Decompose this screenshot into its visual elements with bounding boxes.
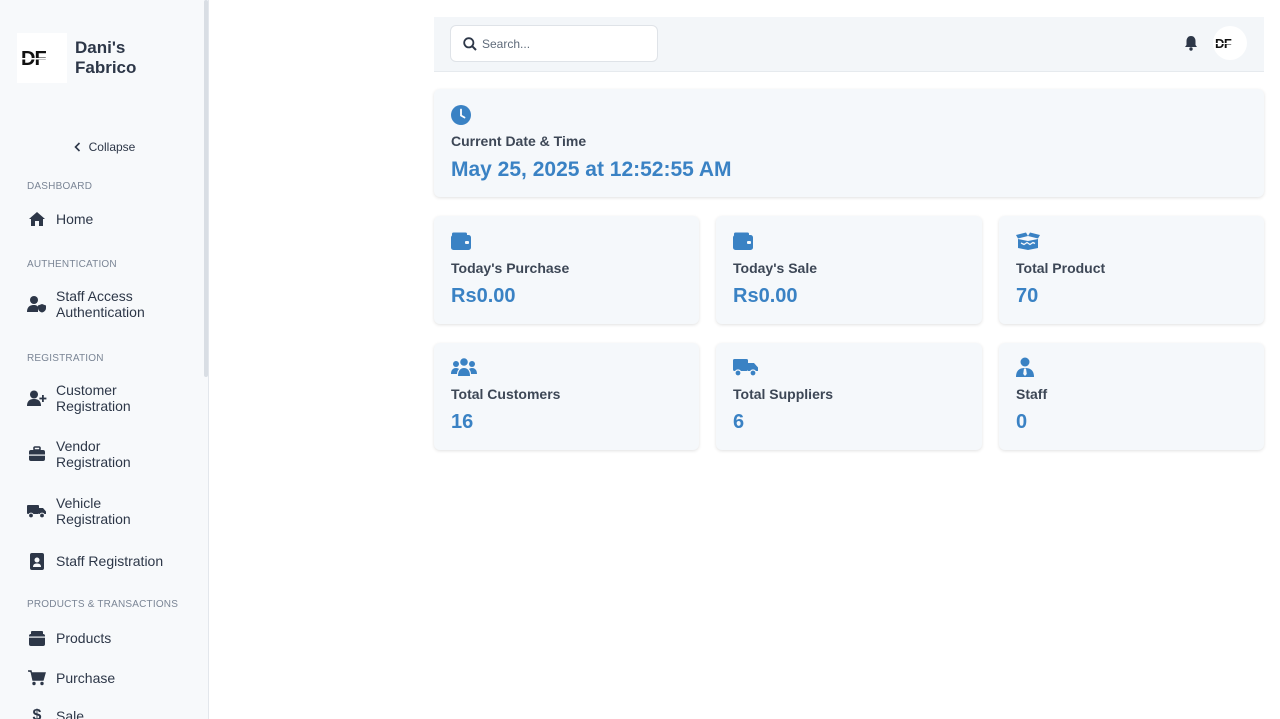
sidebar-item-products[interactable]: Products	[27, 628, 197, 648]
stat-title: Staff	[1016, 386, 1048, 402]
avatar[interactable]: DF	[1213, 26, 1247, 60]
section-authentication: AUTHENTICATION	[27, 259, 117, 270]
section-dashboard: DASHBOARD	[27, 181, 93, 192]
stat-value: 16	[451, 411, 474, 433]
stat-value: Rs0.00	[733, 285, 798, 307]
search-icon	[463, 36, 477, 51]
sidebar-item-label: Vehicle Registration	[56, 495, 131, 527]
brand[interactable]: DF Dani's Fabrico	[17, 33, 165, 83]
user-plus-icon	[27, 388, 47, 408]
dollar-icon: $	[32, 707, 42, 719]
chevron-left-icon	[74, 142, 80, 152]
sidebar-item-staff-registration[interactable]: Staff Registration	[27, 551, 197, 571]
sidebar-item-staff-access[interactable]: Staff Access Authentication	[27, 288, 197, 320]
stat-card-todays-purchase: Today's Purchase Rs0.00	[434, 216, 699, 324]
stat-value: 6	[733, 411, 745, 433]
box-open-icon	[1016, 232, 1040, 252]
sidebar-item-vendor-registration[interactable]: Vendor Registration	[27, 438, 197, 470]
stat-title: Today's Purchase	[451, 260, 570, 276]
sidebar-item-label: Vendor Registration	[56, 438, 131, 470]
id-badge-icon	[27, 551, 47, 571]
search-input[interactable]	[482, 36, 642, 51]
stat-card-total-customers: Total Customers 16	[434, 343, 699, 450]
wallet-icon	[451, 232, 471, 252]
box-icon	[27, 628, 47, 648]
user-tie-icon	[1016, 357, 1034, 377]
collapse-button[interactable]: Collapse	[0, 140, 208, 154]
collapse-label: Collapse	[88, 140, 136, 154]
sidebar: DF Dani's Fabrico Collapse DASHBOARD Hom…	[0, 0, 209, 719]
sidebar-item-label: Customer Registration	[56, 382, 131, 414]
brand-logo: DF	[17, 33, 67, 83]
sidebar-item-label: Products	[56, 630, 112, 646]
truck-icon	[27, 501, 47, 521]
stat-card-total-suppliers: Total Suppliers 6	[716, 343, 982, 450]
sidebar-item-label: Staff Registration	[56, 553, 164, 569]
sidebar-item-vehicle-registration[interactable]: Vehicle Registration	[27, 495, 197, 527]
cart-icon	[27, 668, 47, 688]
stat-value: 0	[1016, 411, 1028, 433]
section-registration: REGISTRATION	[27, 353, 104, 364]
sidebar-item-label: Home	[56, 211, 94, 227]
users-icon	[451, 357, 477, 377]
datetime-value: May 25, 2025 at 12:52:55 AM	[451, 158, 732, 181]
stat-card-staff: Staff 0	[999, 343, 1264, 450]
wallet-icon	[733, 232, 753, 252]
stat-value: 70	[1016, 285, 1039, 307]
stat-card-todays-sale: Today's Sale Rs0.00	[716, 216, 982, 324]
stat-value: Rs0.00	[451, 285, 516, 307]
section-products-transactions: PRODUCTS & TRANSACTIONS	[27, 599, 179, 610]
sidebar-item-label: Purchase	[56, 670, 116, 686]
stat-title: Total Product	[1016, 260, 1106, 276]
stat-title: Today's Sale	[733, 260, 817, 276]
stat-title: Total Customers	[451, 386, 561, 402]
search-box[interactable]	[450, 25, 658, 62]
sidebar-item-label: Sale	[56, 708, 85, 719]
stat-title: Total Suppliers	[733, 386, 834, 402]
briefcase-icon	[27, 444, 47, 464]
user-shield-icon	[27, 294, 47, 314]
sidebar-item-label: Staff Access Authentication	[56, 288, 145, 320]
datetime-card: Current Date & Time May 25, 2025 at 12:5…	[434, 89, 1264, 197]
sidebar-item-sale[interactable]: $ Sale	[27, 706, 197, 719]
home-icon	[27, 209, 47, 229]
sidebar-item-customer-registration[interactable]: Customer Registration	[27, 382, 197, 414]
clock-icon	[451, 105, 471, 125]
notification-bell-icon[interactable]	[1184, 35, 1198, 51]
sidebar-item-purchase[interactable]: Purchase	[27, 668, 197, 688]
top-bar: DF	[434, 17, 1264, 72]
datetime-title: Current Date & Time	[451, 133, 587, 149]
sidebar-scrollbar[interactable]	[204, 0, 208, 377]
sidebar-item-home[interactable]: Home	[27, 209, 197, 229]
truck-icon	[733, 357, 759, 377]
stat-card-total-product: Total Product 70	[999, 216, 1264, 324]
brand-name: Dani's Fabrico	[75, 38, 137, 77]
